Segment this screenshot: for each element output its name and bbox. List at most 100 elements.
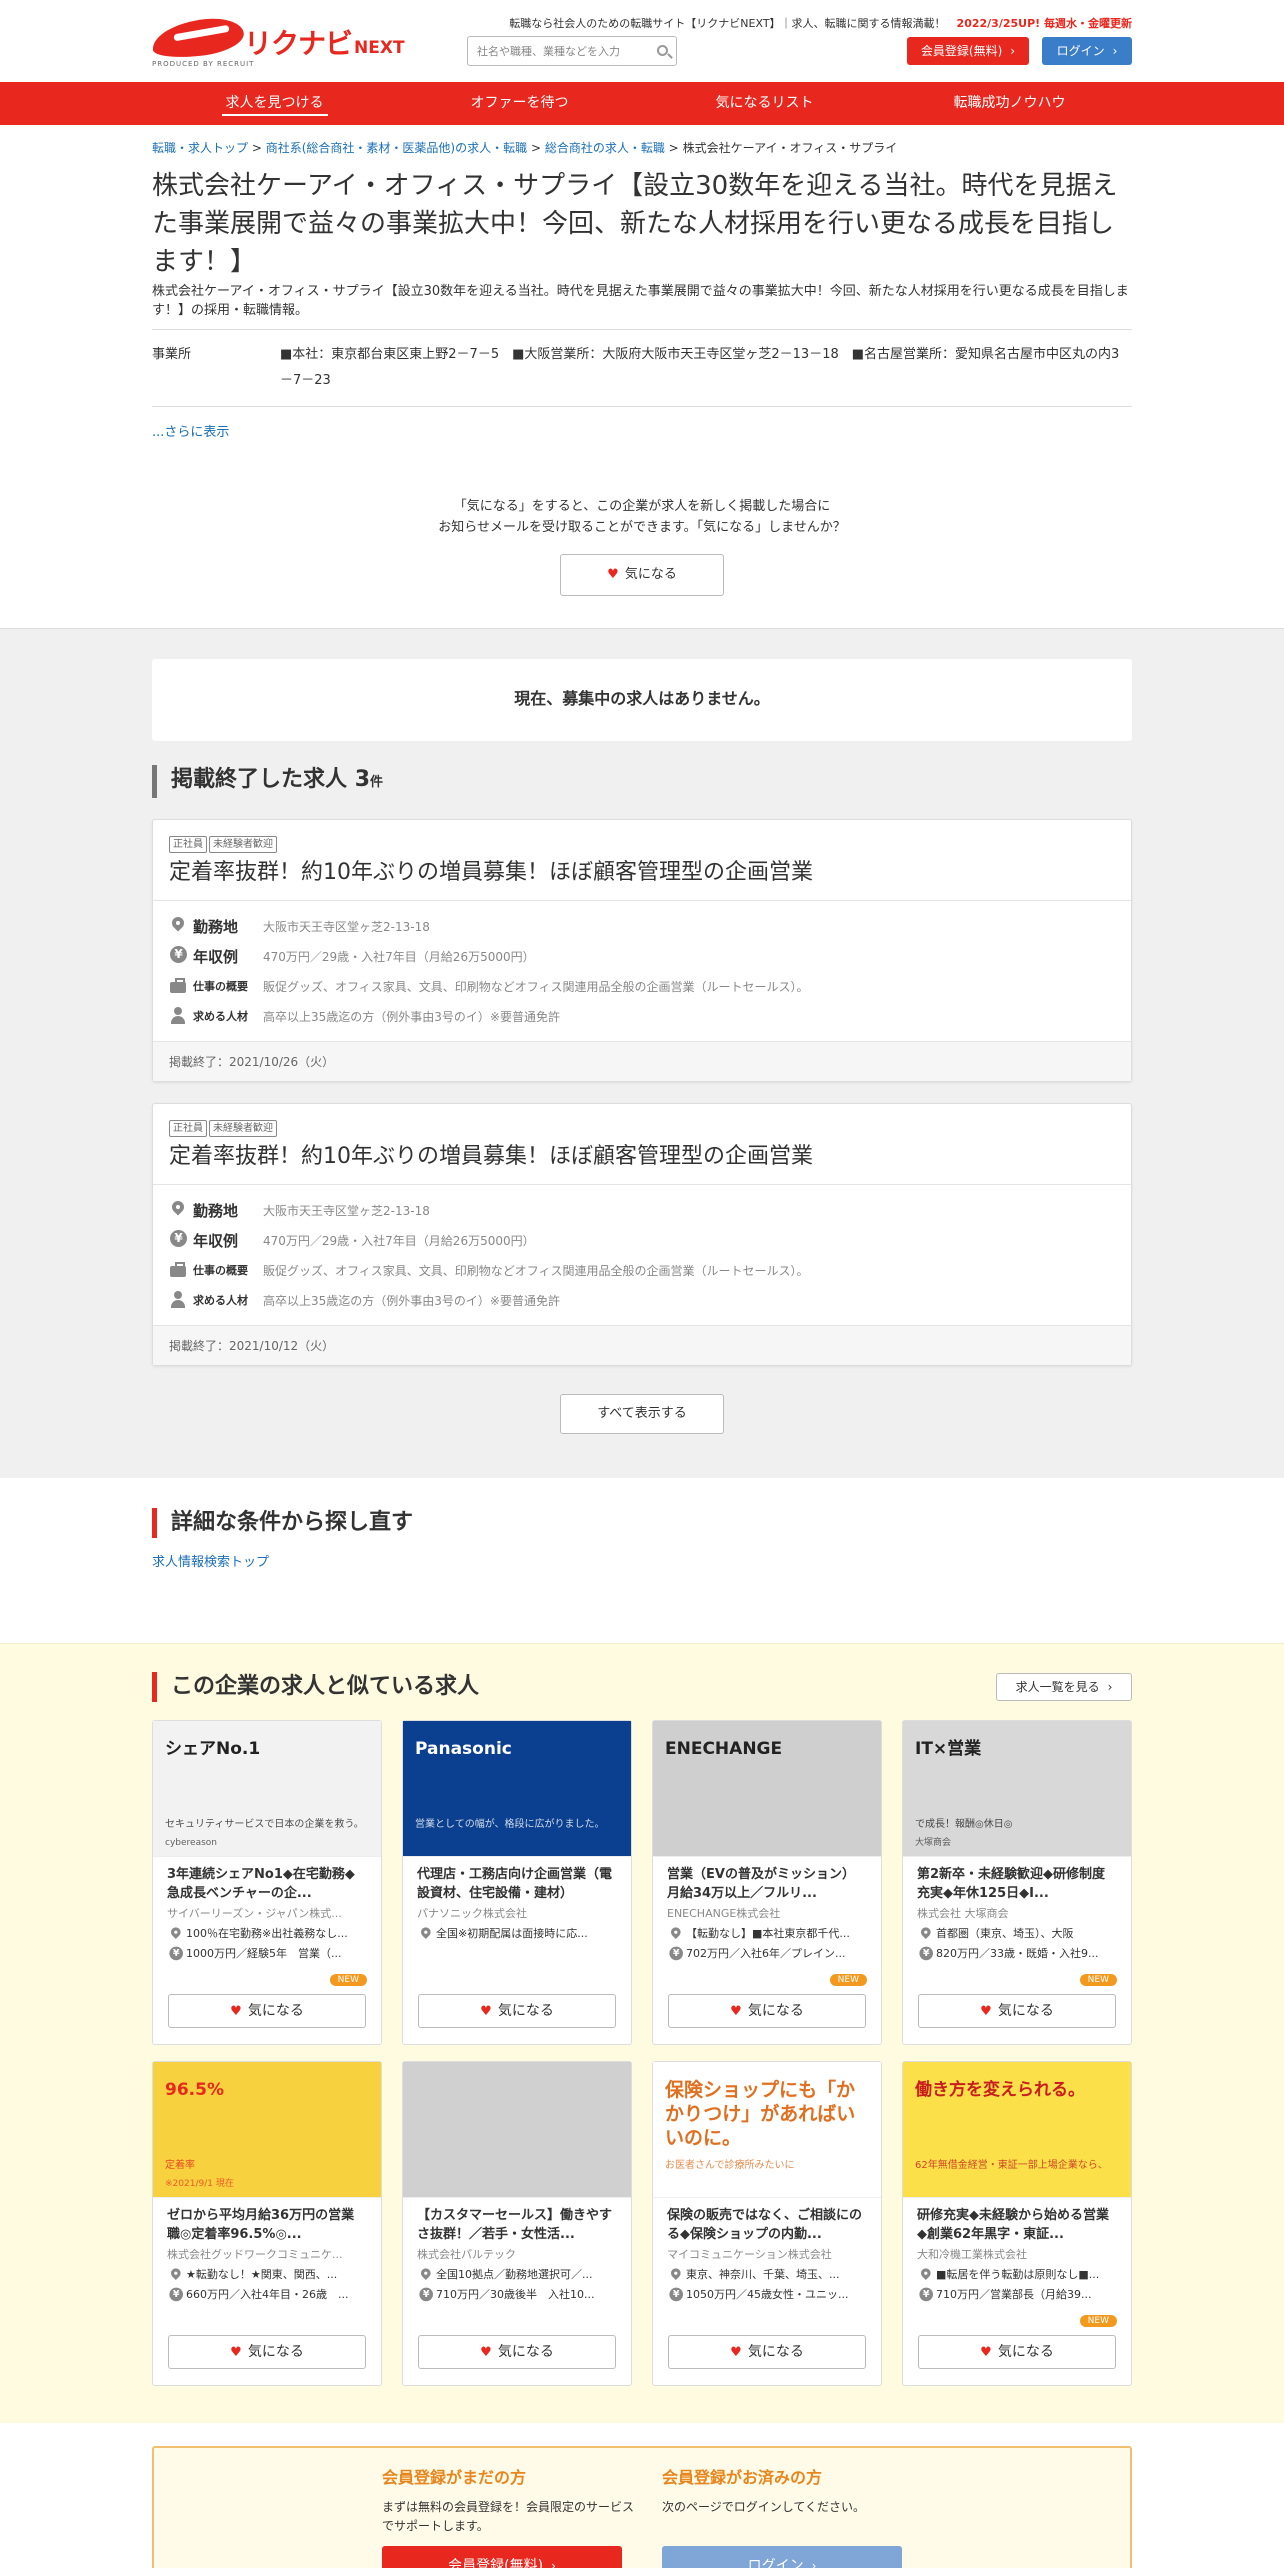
similar-job-title[interactable]: 営業（EVの普及がミッション）月給34万以上／フルリ...: [653, 1857, 881, 1903]
kininaru-button[interactable]: ♥ 気になる: [918, 1994, 1116, 2028]
heart-icon: ♥: [230, 2345, 242, 2360]
heart-icon: ♥: [730, 2345, 742, 2360]
job-end-date: 掲載終了：2021/10/26（火）: [153, 1041, 1131, 1081]
similar-job-title[interactable]: 代理店・工務店向け企画営業（電設資材、住宅設備・建材）: [403, 1857, 631, 1903]
show-more-link[interactable]: ...さらに表示: [152, 421, 1132, 440]
thumbnail-caption: セキュリティサービスで日本の企業を救う。: [165, 1819, 364, 1830]
show-all-button[interactable]: すべて表示する: [560, 1394, 724, 1434]
search-icon[interactable]: [657, 45, 668, 56]
breadcrumb-link[interactable]: 商社系(総合商社・素材・医薬品他)の求人・転職: [266, 141, 527, 155]
similar-job-title[interactable]: 研修充実◆未経験から始める営業◆創業62年黒字・東証...: [903, 2198, 1131, 2244]
office-info: 事業所 ■本社：東京都台東区東上野2－7－5 ■大阪営業所：大阪府大阪市天王寺区…: [152, 329, 1132, 407]
similar-job-title[interactable]: 保険の販売ではなく、ご相談にのる◆保険ショップの内勤...: [653, 2198, 881, 2244]
login-button[interactable]: ログイン ›: [1042, 37, 1132, 65]
similar-job-card[interactable]: ENECHANGE 営業（EVの普及がミッション）月給34万以上／フルリ... EN…: [652, 1720, 882, 2045]
similar-job-company: 大和冷機工業株式会社: [917, 2248, 1027, 2261]
breadcrumb: 転職・求人トップ > 商社系(総合商社・素材・医薬品他)の求人・転職 > 総合商…: [152, 141, 898, 155]
nav-find-jobs[interactable]: 求人を見つける: [152, 82, 397, 125]
job-work: 販促グッズ、オフィス家具、文具、印刷物などオフィス関連用品全般の企画営業（ルート…: [263, 1263, 809, 1278]
thumbnail-note: 大塚商会: [915, 1838, 952, 1848]
similar-job-location: 東京、神奈川、千葉、埼玉、...: [686, 2268, 840, 2281]
kininaru-button[interactable]: ♥ 気になる: [418, 1994, 616, 2028]
produced-by-recruit: PRODUCED BY RECRUIT: [152, 60, 255, 68]
similar-job-card[interactable]: 【カスタマーセールス】働きやすさ抜群！／若手・女性活... 株式会社パルテック 全国…: [402, 2061, 632, 2386]
rikunabi-next-logo[interactable]: リクナビ NEXT PRODUCED BY RECRUIT: [150, 14, 405, 70]
breadcrumb-link[interactable]: 総合商社の求人・転職: [545, 141, 665, 155]
register-existing-heading: 会員登録がお済みの方: [662, 2468, 823, 2487]
job-card[interactable]: 正社員 未経験者歓迎 定着率抜群！約10年ぶりの増員募集！ほぼ顧客管理型の企画営業…: [152, 819, 1132, 1082]
similar-job-location: 首都圏（東京、埼玉）、大阪: [936, 1927, 1074, 1940]
similar-job-title[interactable]: 3年連続シェアNo1◆在宅勤務◆急成長ベンチャーの企...: [153, 1857, 381, 1903]
thumbnail-note: ※2021/9/1 現在: [165, 2179, 234, 2189]
similar-job-card[interactable]: Panasonic 営業としての幅が、格段に広がりました。 代理店・工務店向け企画営…: [402, 1720, 632, 2045]
job-thumbnail[interactable]: シェアNo.1 セキュリティサービスで日本の企業を救う。 cybereason: [153, 1721, 381, 1857]
logo-swoosh-icon: [150, 15, 246, 61]
thumbnail-caption: お医者さんで診療所みたいに: [665, 2160, 795, 2171]
location-pin-icon: [419, 2268, 432, 2279]
site-tagline: 転職なら社会人のための転職サイト【リクナビNEXT】｜求人、転職に関する情報満載…: [509, 17, 1132, 30]
job-title[interactable]: 定着率抜群！約10年ぶりの増員募集！ほぼ顧客管理型の企画営業: [169, 856, 1115, 890]
new-badge: NEW: [829, 1974, 867, 1986]
similar-job-card[interactable]: 保険ショップにも「かかりつけ」があればいいのに。 お医者さんで診療所みたいに 保険の…: [652, 2061, 882, 2386]
nav-wait-offer[interactable]: オファーを待つ: [397, 82, 642, 125]
kininaru-company-button[interactable]: ♥ 気になる: [560, 554, 724, 596]
similar-job-card[interactable]: IT×営業 で成長！報酬◎休日◎ 大塚商会 第2新卒・未経験歓迎◆研修制度充実◆年休1…: [902, 1720, 1132, 2045]
thumbnail-note: cybereason: [165, 1838, 217, 1848]
bottom-login-button[interactable]: ログイン ›: [662, 2546, 902, 2568]
register-new-heading: 会員登録がまだの方: [382, 2468, 527, 2487]
job-thumbnail[interactable]: [403, 2062, 631, 2198]
job-thumbnail[interactable]: 96.5% 定着率 ※2021/9/1 現在: [153, 2062, 381, 2198]
job-thumbnail[interactable]: 働き方を変えられる。 62年無借金経営・東証一部上場企業なら、: [903, 2062, 1131, 2198]
job-list-button[interactable]: 求人一覧を見る ›: [996, 1673, 1132, 1701]
similar-job-title[interactable]: ゼロから平均月給36万円の営業職◎定着率96.5%◎...: [153, 2198, 381, 2244]
thumbnail-caption: 62年無借金経営・東証一部上場企業なら、: [915, 2160, 1108, 2171]
similar-job-card[interactable]: 働き方を変えられる。 62年無借金経営・東証一部上場企業なら、研修充実◆未経験から…: [902, 2061, 1132, 2386]
similar-job-card[interactable]: 96.5% 定着率 ※2021/9/1 現在 ゼロから平均月給36万円の営業職◎定着率…: [152, 2061, 382, 2386]
kininaru-button[interactable]: ♥ 気になる: [168, 2335, 366, 2369]
chevron-right-icon: ›: [811, 2559, 817, 2568]
yen-icon: [669, 1946, 684, 1961]
breadcrumb-link[interactable]: 転職・求人トップ: [152, 141, 248, 155]
similar-job-company: パナソニック株式会社: [417, 1907, 527, 1920]
search-input[interactable]: [468, 37, 648, 65]
job-requirement: 高卒以上35歳迄の方（例外事由3号のイ）※要普通免許: [263, 1293, 560, 1308]
similar-job-card[interactable]: シェアNo.1 セキュリティサービスで日本の企業を救う。 cybereason 3年連…: [152, 1720, 382, 2045]
heart-icon: ♥: [980, 2004, 992, 2019]
new-badge: NEW: [1079, 1974, 1117, 1986]
similar-job-salary: 660万円／入社4年目・26歳 ...: [186, 2288, 349, 2301]
kininaru-button[interactable]: ♥ 気になる: [668, 1994, 866, 2028]
kininaru-button[interactable]: ♥ 気になる: [168, 1994, 366, 2028]
kininaru-description: 「気になる」をすると、この企業が求人を新しく掲載した場合に お知らせメールを受け…: [438, 499, 846, 535]
register-button[interactable]: 会員登録(無料) ›: [907, 37, 1029, 65]
job-card[interactable]: 正社員 未経験者歓迎 定着率抜群！約10年ぶりの増員募集！ほぼ顧客管理型の企画営業…: [152, 1103, 1132, 1366]
location-pin-icon: [169, 1927, 182, 1938]
thumbnail-headline: 働き方を変えられる。: [915, 2080, 1085, 2100]
job-location: 大阪市天王寺区堂ヶ芝2-13-18: [263, 919, 430, 934]
job-thumbnail[interactable]: Panasonic 営業としての幅が、格段に広がりました。: [403, 1721, 631, 1857]
location-pin-icon: [919, 1927, 932, 1938]
nav-kininaru-list[interactable]: 気になるリスト: [642, 82, 887, 125]
kininaru-button[interactable]: ♥ 気になる: [918, 2335, 1116, 2369]
detail-search-section: 詳細な条件から探し直す 求人情報検索トップ: [152, 1508, 1132, 1643]
nav-knowhow[interactable]: 転職成功ノウハウ: [887, 82, 1132, 125]
similar-job-location: 全国10拠点／勤務地選択可／...: [436, 2268, 593, 2281]
register-free-button[interactable]: 会員登録(無料) ›: [382, 2546, 622, 2568]
job-thumbnail[interactable]: 保険ショップにも「かかりつけ」があればいいのに。 お医者さんで診療所みたいに: [653, 2062, 881, 2198]
kininaru-button[interactable]: ♥ 気になる: [418, 2335, 616, 2369]
register-existing-column: 会員登録がお済みの方 次のページでログインしてください。 ログイン ›: [662, 2464, 922, 2568]
job-tag: 未経験者歓迎: [209, 1120, 277, 1137]
search-box[interactable]: [467, 36, 677, 66]
job-thumbnail[interactable]: ENECHANGE: [653, 1721, 881, 1857]
new-badge: NEW: [1079, 2315, 1117, 2327]
similar-job-location: 【転勤なし】■本社東京都千代...: [686, 1927, 850, 1940]
yen-icon: [919, 2287, 934, 2302]
similar-job-title[interactable]: 【カスタマーセールス】働きやすさ抜群！／若手・女性活...: [403, 2198, 631, 2244]
search-top-link[interactable]: 求人情報検索トップ: [152, 1551, 1132, 1570]
kininaru-button[interactable]: ♥ 気になる: [668, 2335, 866, 2369]
yen-icon: [919, 1946, 934, 1961]
similar-job-title[interactable]: 第2新卒・未経験歓迎◆研修制度充実◆年休125日◆I...: [903, 1857, 1131, 1903]
company-section: 転職・求人トップ > 商社系(総合商社・素材・医薬品他)の求人・転職 > 総合商…: [152, 125, 1132, 596]
location-pin-icon: [419, 1927, 432, 1938]
job-title[interactable]: 定着率抜群！約10年ぶりの増員募集！ほぼ顧客管理型の企画営業: [169, 1140, 1115, 1174]
job-thumbnail[interactable]: IT×営業 で成長！報酬◎休日◎ 大塚商会: [903, 1721, 1131, 1857]
